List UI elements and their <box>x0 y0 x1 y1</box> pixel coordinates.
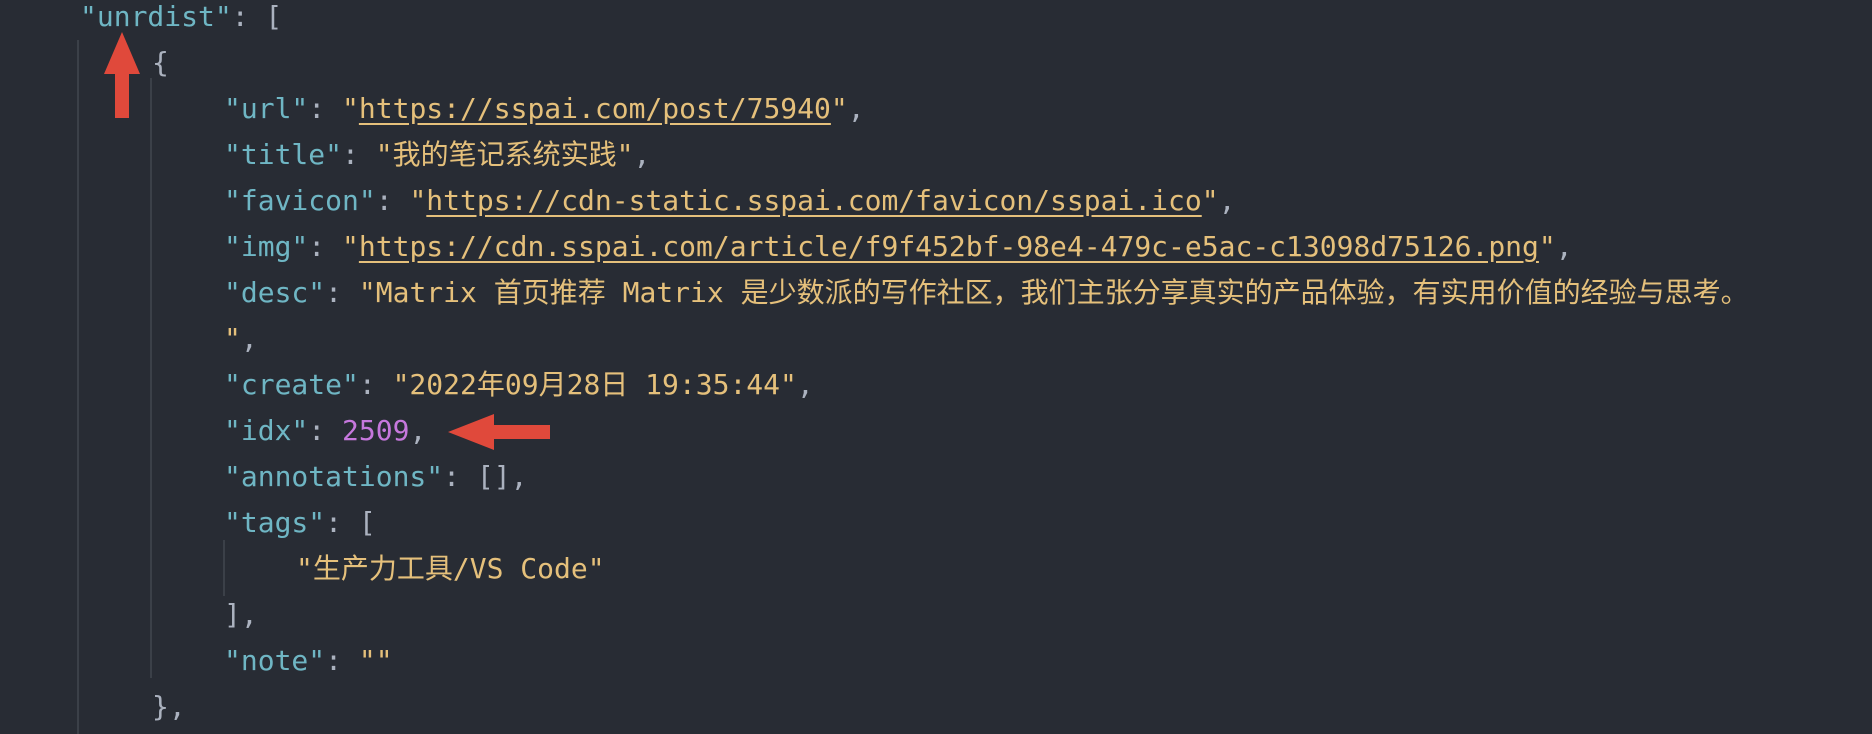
indent-guide <box>77 40 79 734</box>
code-line[interactable]: "url": "https://sspai.com/post/75940", <box>224 86 865 132</box>
code-line[interactable]: "title": "我的笔记系统实践", <box>224 132 650 178</box>
code-line[interactable]: "annotations": [], <box>224 454 527 500</box>
json-punctuation: : <box>375 184 410 217</box>
json-punctuation: , <box>240 322 258 355</box>
json-punctuation: }, <box>152 690 186 723</box>
code-line[interactable]: ], <box>224 592 258 638</box>
arrow-up-icon <box>104 32 140 118</box>
json-string: " <box>342 230 359 263</box>
arrow-left-icon <box>448 414 550 450</box>
json-punctuation: : <box>308 92 343 125</box>
json-string: " <box>224 322 241 355</box>
json-punctuation: : [ <box>325 506 376 539</box>
json-key: "tags" <box>224 506 326 539</box>
json-key: "annotations" <box>224 460 444 493</box>
json-key: "create" <box>224 368 359 401</box>
json-key: "img" <box>224 230 309 263</box>
json-key: "note" <box>224 644 326 677</box>
json-punctuation: , <box>409 414 427 447</box>
code-line[interactable]: "favicon": "https://cdn-static.sspai.com… <box>224 178 1235 224</box>
json-number: 2509 <box>342 414 410 447</box>
code-line[interactable]: "create": "2022年09月28日 19:35:44", <box>224 362 814 408</box>
json-punctuation: : <box>308 414 343 447</box>
json-key: "desc" <box>224 276 326 309</box>
json-url-link[interactable]: https://cdn.sspai.com/article/f9f452bf-9… <box>359 230 1539 263</box>
json-url-link[interactable]: https://sspai.com/post/75940 <box>359 92 831 125</box>
code-line[interactable]: ", <box>224 316 258 362</box>
json-punctuation: : [], <box>443 460 528 493</box>
json-string: "生产力工具/VS Code" <box>296 552 605 585</box>
code-line[interactable]: "img": "https://cdn.sspai.com/article/f9… <box>224 224 1573 270</box>
code-line[interactable]: { <box>152 40 169 86</box>
code-line[interactable]: "note": "" <box>224 638 393 684</box>
json-string: " <box>342 92 359 125</box>
json-key: "favicon" <box>224 184 376 217</box>
json-punctuation: : <box>325 644 359 677</box>
json-string: " <box>1201 184 1219 217</box>
code-line[interactable]: }, <box>152 684 186 730</box>
json-punctuation: : <box>358 368 393 401</box>
json-string: "" <box>358 644 393 677</box>
json-key: "idx" <box>224 414 309 447</box>
json-key: "url" <box>224 92 309 125</box>
indent-guide <box>150 78 152 678</box>
json-string: "2022年09月28日 19:35:44" <box>392 368 797 401</box>
json-string: "Matrix 首页推荐 Matrix 是少数派的写作社区，我们主张分享真实的产… <box>358 276 1749 309</box>
json-punctuation: { <box>152 46 169 79</box>
json-punctuation: , <box>1218 184 1236 217</box>
code-line[interactable]: "tags": [ <box>224 500 376 546</box>
json-key: "title" <box>224 138 343 171</box>
json-punctuation: ], <box>224 598 258 631</box>
code-line[interactable]: "生产力工具/VS Code" <box>296 546 605 592</box>
indent-guide <box>223 540 225 596</box>
json-punctuation: , <box>1555 230 1573 263</box>
json-url-link[interactable]: https://cdn-static.sspai.com/favicon/ssp… <box>426 184 1201 217</box>
json-punctuation: , <box>847 92 865 125</box>
json-punctuation: : <box>325 276 359 309</box>
json-punctuation: , <box>796 368 814 401</box>
code-line[interactable]: "idx": 2509, <box>224 408 426 454</box>
code-editor[interactable]: "unrdist": [{"url": "https://sspai.com/p… <box>0 0 1872 734</box>
json-punctuation: : <box>342 138 376 171</box>
json-string: " <box>1538 230 1556 263</box>
json-punctuation: : <box>308 230 343 263</box>
json-punctuation: : [ <box>231 0 283 33</box>
json-punctuation: , <box>633 138 651 171</box>
json-string: " <box>409 184 427 217</box>
code-line[interactable]: "desc": "Matrix 首页推荐 Matrix 是少数派的写作社区，我们… <box>224 270 1749 316</box>
json-string: "我的笔记系统实践" <box>375 138 634 171</box>
json-string: " <box>830 92 848 125</box>
json-key: "unrdist" <box>80 0 232 33</box>
